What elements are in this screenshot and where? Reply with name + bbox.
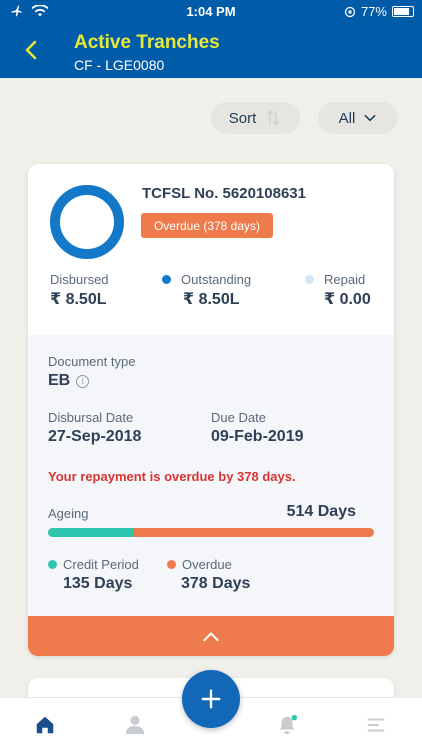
overdue-warning: Your repayment is overdue by 378 days. [48, 469, 296, 484]
page-title: Active Tranches [74, 32, 220, 53]
sort-label: Sort [228, 109, 257, 127]
tranche-number: TCFSL No. 5620108631 [142, 185, 306, 202]
filter-label: All [338, 109, 356, 127]
battery-percent: 77% [360, 4, 387, 19]
overdue-label: Overdue [167, 557, 232, 572]
credit-period-fill [48, 528, 134, 537]
credit-period-value: 135 Days [63, 575, 133, 592]
outstanding-label: Outstanding [162, 272, 251, 287]
sort-button[interactable]: Sort [211, 102, 300, 134]
plus-icon [201, 689, 221, 709]
credit-period-label: Credit Period [48, 557, 139, 572]
home-icon[interactable] [34, 714, 56, 736]
ageing-label: Ageing [48, 506, 89, 521]
chevron-down-icon [364, 114, 376, 122]
info-icon[interactable]: i [76, 375, 90, 388]
disbursal-date-label: Disbursal Date [48, 410, 134, 425]
document-type-label: Document type [48, 354, 136, 369]
collapse-button[interactable] [28, 616, 394, 656]
disbursal-date-value: 27-Sep-2018 [48, 428, 142, 445]
app-bar: 1:04 PM 77% Active Tranches CF - LGE0080 [0, 0, 422, 78]
sort-arrows-icon [266, 110, 280, 126]
status-bar: 1:04 PM 77% [0, 0, 422, 24]
ageing-bar [48, 528, 374, 537]
repaid-value: ₹ 0.00 [324, 291, 371, 308]
repaid-label: Repaid [305, 272, 365, 287]
due-date-value: 09-Feb-2019 [211, 428, 304, 445]
add-fab-button[interactable] [182, 670, 240, 728]
filter-dropdown[interactable]: All [318, 102, 398, 134]
overdue-dot [167, 560, 176, 569]
chevron-left-icon[interactable] [20, 38, 44, 62]
user-icon[interactable] [124, 714, 146, 736]
disbursed-value: ₹ 8.50L [50, 291, 107, 308]
due-date-label: Due Date [211, 410, 266, 425]
overdue-badge: Overdue (378 days) [141, 213, 273, 238]
menu-icon[interactable] [365, 714, 387, 736]
battery-icon [392, 6, 414, 17]
bell-icon[interactable] [276, 714, 298, 736]
ageing-value: 514 Days [286, 503, 356, 520]
outstanding-value: ₹ 8.50L [183, 291, 240, 308]
document-type-value: EB i [48, 372, 90, 390]
outstanding-ring [50, 185, 124, 259]
status-right: 77% [344, 4, 414, 19]
overdue-value: 378 Days [181, 575, 251, 592]
repaid-dot [305, 275, 314, 284]
tranche-card[interactable]: TCFSL No. 5620108631 Overdue (378 days) … [28, 164, 394, 656]
credit-period-dot [48, 560, 57, 569]
disbursed-label: Disbursed [50, 272, 109, 287]
outstanding-dot [162, 275, 171, 284]
page-subtitle: CF - LGE0080 [74, 57, 165, 73]
rotation-lock-icon [344, 6, 356, 17]
chevron-up-icon [203, 632, 219, 642]
